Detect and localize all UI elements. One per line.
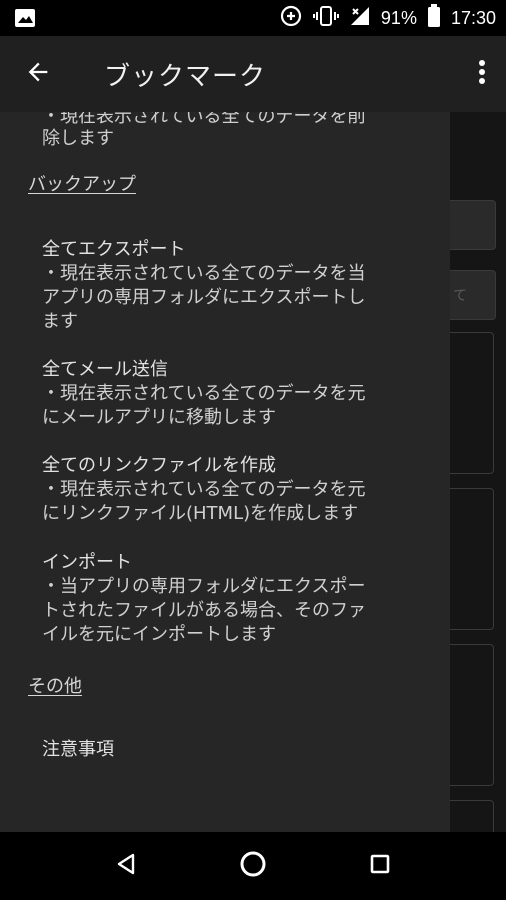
overflow-menu-button[interactable] <box>472 54 492 94</box>
status-bar: 91% 17:30 <box>0 0 506 36</box>
back-triangle-icon <box>116 853 136 879</box>
background-partial-text: て <box>453 288 467 304</box>
image-icon <box>14 8 36 32</box>
menu-item-description: ・現在表示されている全てのデータを元 にリンクファイル(HTML)を作成します <box>42 479 366 524</box>
menu-item-export-all[interactable]: 全てエクスポート ・現在表示されている全てのデータを当 アプリの専用フォルダにエ… <box>42 238 412 334</box>
menu-item-notes[interactable]: 注意事項 <box>42 738 412 762</box>
section-header-backup: バックアップ <box>28 174 136 195</box>
back-button[interactable] <box>16 52 60 96</box>
navigation-drawer: ・現在表示されている全てのデータを削 除します バックアップ 全てエクスポート … <box>0 112 450 832</box>
home-circle-icon <box>239 850 267 882</box>
menu-item-mail-all[interactable]: 全てメール送信 ・現在表示されている全てのデータを元 にメールアプリに移動します <box>42 358 412 430</box>
arrow-back-icon <box>24 58 52 90</box>
menu-item-title: 全てエクスポート <box>42 239 186 260</box>
nav-home-button[interactable] <box>233 846 273 886</box>
menu-item-title: 全てのリンクファイルを作成 <box>42 455 276 476</box>
section-header-other: その他 <box>28 676 82 697</box>
battery-icon <box>427 4 441 32</box>
menu-item-description: ・現在表示されている全てのデータを当 アプリの専用フォルダにエクスポートし ます <box>42 263 366 332</box>
vibrate-icon <box>312 4 339 32</box>
data-saver-icon <box>279 4 303 32</box>
clipped-description-continuation: 除します <box>42 128 114 149</box>
more-vert-icon <box>478 59 486 89</box>
signal-icon <box>349 5 371 31</box>
nav-back-button[interactable] <box>106 846 146 886</box>
recents-square-icon <box>369 853 391 879</box>
system-nav-bar <box>0 832 506 900</box>
app-bar: ブックマーク <box>0 36 506 112</box>
menu-item-create-link-files[interactable]: 全てのリンクファイルを作成 ・現在表示されている全てのデータを元 にリンクファイ… <box>42 454 412 526</box>
battery-percent: 91% <box>380 7 417 28</box>
menu-item-title: インポート <box>42 552 132 573</box>
menu-item-description: ・現在表示されている全てのデータを元 にメールアプリに移動します <box>42 383 366 428</box>
menu-item-description: ・当アプリの専用フォルダにエクスポー トされたファイルがある場合、そのファ イル… <box>42 576 366 645</box>
clock: 17:30 <box>450 7 496 28</box>
page-title: ブックマーク <box>104 62 267 92</box>
nav-recents-button[interactable] <box>360 846 400 886</box>
menu-item-import[interactable]: インポート ・当アプリの専用フォルダにエクスポー トされたファイルがある場合、そ… <box>42 551 412 647</box>
menu-item-title: 注意事項 <box>42 739 114 760</box>
menu-item-title: 全てメール送信 <box>42 359 168 380</box>
